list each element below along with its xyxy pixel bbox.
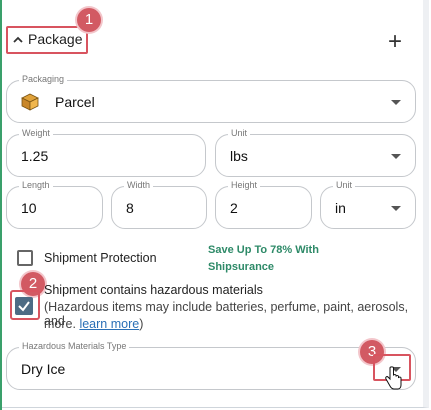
hand-pointer-icon (385, 366, 402, 390)
left-accent-bar (0, 0, 2, 410)
chevron-up-icon (13, 36, 23, 43)
packaging-select[interactable]: Packaging Parcel (6, 74, 416, 123)
height-input[interactable]: Height 2 (215, 180, 312, 229)
height-label: Height (228, 180, 261, 190)
shipment-protection-label: Shipment Protection (44, 251, 157, 265)
dimension-unit-select[interactable]: Unit in (320, 180, 416, 229)
width-value: 8 (126, 199, 134, 216)
length-label: Length (19, 180, 53, 190)
hazardous-type-value: Dry Ice (21, 360, 66, 377)
width-input[interactable]: Width 8 (111, 180, 207, 229)
hazardous-note-line2: more. learn more) (44, 317, 144, 331)
section-title: Package (28, 31, 83, 47)
add-package-button[interactable]: + (388, 30, 402, 54)
weight-label: Weight (19, 128, 53, 138)
chevron-down-icon (391, 99, 401, 105)
weight-unit-select[interactable]: Unit lbs (215, 128, 416, 177)
package-section-toggle[interactable]: Package (6, 26, 88, 54)
packaging-value: Parcel (55, 93, 95, 110)
package-box-icon (21, 93, 39, 111)
checkmark-icon (18, 301, 30, 312)
hazardous-type-label: Hazardous Materials Type (19, 341, 130, 351)
shipsurance-promo-line1[interactable]: Save Up To 78% With (208, 242, 319, 259)
hazardous-materials-checkbox[interactable] (15, 297, 33, 315)
dimension-unit-value: in (335, 199, 346, 216)
hazardous-materials-label: Shipment contains hazardous materials (44, 283, 263, 297)
weight-unit-value: lbs (230, 147, 248, 164)
width-label: Width (124, 180, 154, 190)
weight-unit-label: Unit (228, 128, 251, 138)
packaging-label: Packaging (19, 74, 68, 84)
chevron-down-icon (391, 153, 401, 159)
learn-more-link[interactable]: learn more (79, 317, 139, 331)
weight-input[interactable]: Weight 1.25 (6, 128, 206, 177)
hazardous-materials-type-select[interactable]: Hazardous Materials Type Dry Ice (6, 341, 416, 390)
height-value: 2 (230, 199, 238, 216)
shipment-protection-checkbox[interactable] (17, 250, 33, 266)
length-input[interactable]: Length 10 (6, 180, 103, 229)
chevron-down-icon (391, 205, 401, 211)
annotation-badge-1: 1 (77, 8, 101, 32)
length-value: 10 (21, 199, 37, 216)
weight-value: 1.25 (21, 147, 49, 164)
dimension-unit-label: Unit (333, 180, 356, 190)
shipsurance-promo-line2[interactable]: Shipsurance (208, 259, 274, 276)
